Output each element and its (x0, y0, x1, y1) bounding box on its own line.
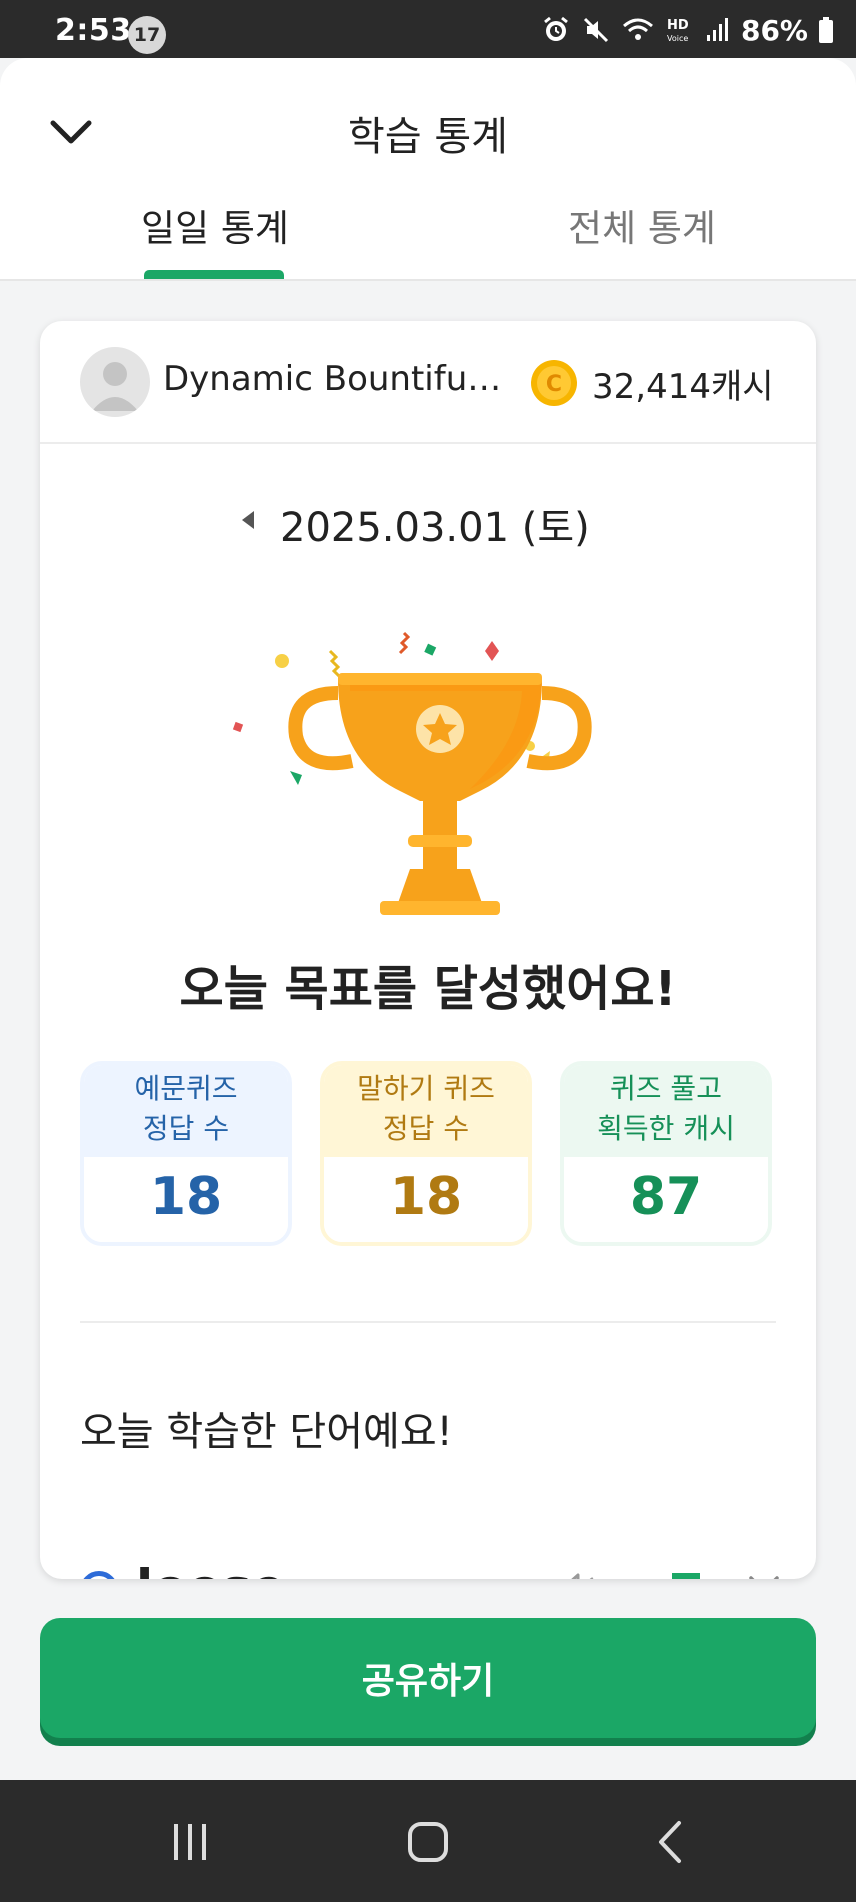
wifi-icon (621, 15, 655, 45)
svg-text:Voice: Voice (667, 34, 688, 43)
hd-voice-icon: HD Voice (665, 15, 695, 45)
achievement-message: 오늘 목표를 달성했어요! (179, 961, 677, 1017)
cash-amount: 32,414캐시 (592, 367, 774, 407)
learned-words-title: 오늘 학습한 단어예요! (80, 1409, 453, 1455)
bookmark-square-icon[interactable] (672, 1573, 700, 1579)
speaking-quiz-correct-stat: 말하기 퀴즈 정답 수 18 (320, 1061, 532, 1246)
status-icons: HD Voice 86% (541, 12, 834, 48)
stat-label-line2: 획득한 캐시 (597, 1112, 735, 1145)
alarm-icon (541, 15, 571, 45)
chevron-down-icon[interactable] (748, 1575, 780, 1579)
section-divider (80, 1321, 776, 1323)
status-time: 2:53 (55, 13, 132, 48)
avatar (80, 347, 150, 417)
example-quiz-correct-stat: 예문퀴즈 정답 수 18 (80, 1061, 292, 1246)
earned-cash-stat: 퀴즈 풀고 획득한 캐시 87 (560, 1061, 772, 1246)
stats-summary: 예문퀴즈 정답 수 18 말하기 퀴즈 정답 수 18 퀴즈 풀고 획득한 캐시… (80, 1061, 776, 1246)
trophy-icon (232, 631, 592, 915)
battery-icon (818, 15, 834, 45)
stat-label: 말하기 퀴즈 정답 수 (324, 1065, 528, 1157)
default-user-icon (92, 362, 138, 411)
battery-percentage: 86% (740, 13, 808, 47)
mute-icon (581, 15, 611, 45)
user-name: Dynamic Bountiful ... (163, 359, 503, 399)
stat-label: 퀴즈 풀고 획득한 캐시 (564, 1065, 768, 1157)
back-arrow-icon (659, 1821, 681, 1863)
svg-text:C: C (546, 372, 562, 397)
word-status-circle-icon (80, 1571, 118, 1579)
tab-total-stats[interactable]: 전체 통계 (492, 188, 792, 280)
svg-text:HD: HD (667, 18, 689, 33)
selected-date: 2025.03.01 (토) (280, 505, 590, 551)
stat-label-line2: 정답 수 (382, 1112, 470, 1145)
word-list-item[interactable]: loose (80, 1549, 779, 1579)
stat-label-line2: 정답 수 (142, 1112, 230, 1145)
profile-row: Dynamic Bountiful ... C 32,414캐시 (40, 321, 816, 444)
stat-value: 87 (564, 1157, 768, 1242)
previous-date-arrow-icon[interactable] (236, 505, 260, 535)
tab-bar: 일일 통계 전체 통계 (0, 188, 856, 280)
share-button[interactable]: 공유하기 (40, 1618, 816, 1738)
stat-label-line1: 예문퀴즈 (134, 1072, 238, 1105)
daily-stats-card: Dynamic Bountiful ... C 32,414캐시 2025.03… (40, 321, 816, 1579)
notification-count-badge: 17 (128, 16, 166, 54)
recent-apps-icon (174, 1824, 206, 1860)
page-title: 학습 통계 (348, 114, 508, 160)
stat-label: 예문퀴즈 정답 수 (84, 1065, 288, 1157)
speaker-icon[interactable] (558, 1571, 602, 1579)
date-selector: 2025.03.01 (토) (40, 491, 816, 551)
header-divider (0, 279, 856, 281)
word-text: loose (136, 1559, 286, 1579)
stat-label-line1: 말하기 퀴즈 (357, 1072, 495, 1105)
stat-value: 18 (324, 1157, 528, 1242)
stat-label-line1: 퀴즈 풀고 (610, 1072, 722, 1105)
recent-apps-button[interactable] (160, 1814, 220, 1870)
system-nav-bar (0, 1780, 856, 1902)
signal-icon (705, 15, 731, 45)
back-button[interactable] (640, 1814, 700, 1870)
stat-value: 18 (84, 1157, 288, 1242)
home-button[interactable] (398, 1814, 458, 1870)
status-bar: 2:53 17 HD Voice 86% (0, 0, 856, 58)
cash-coin-icon: C (531, 360, 577, 406)
home-icon (408, 1822, 448, 1862)
tab-daily-stats[interactable]: 일일 통계 (65, 188, 365, 280)
stats-header: 학습 통계 일일 통계 전체 통계 (0, 58, 856, 280)
